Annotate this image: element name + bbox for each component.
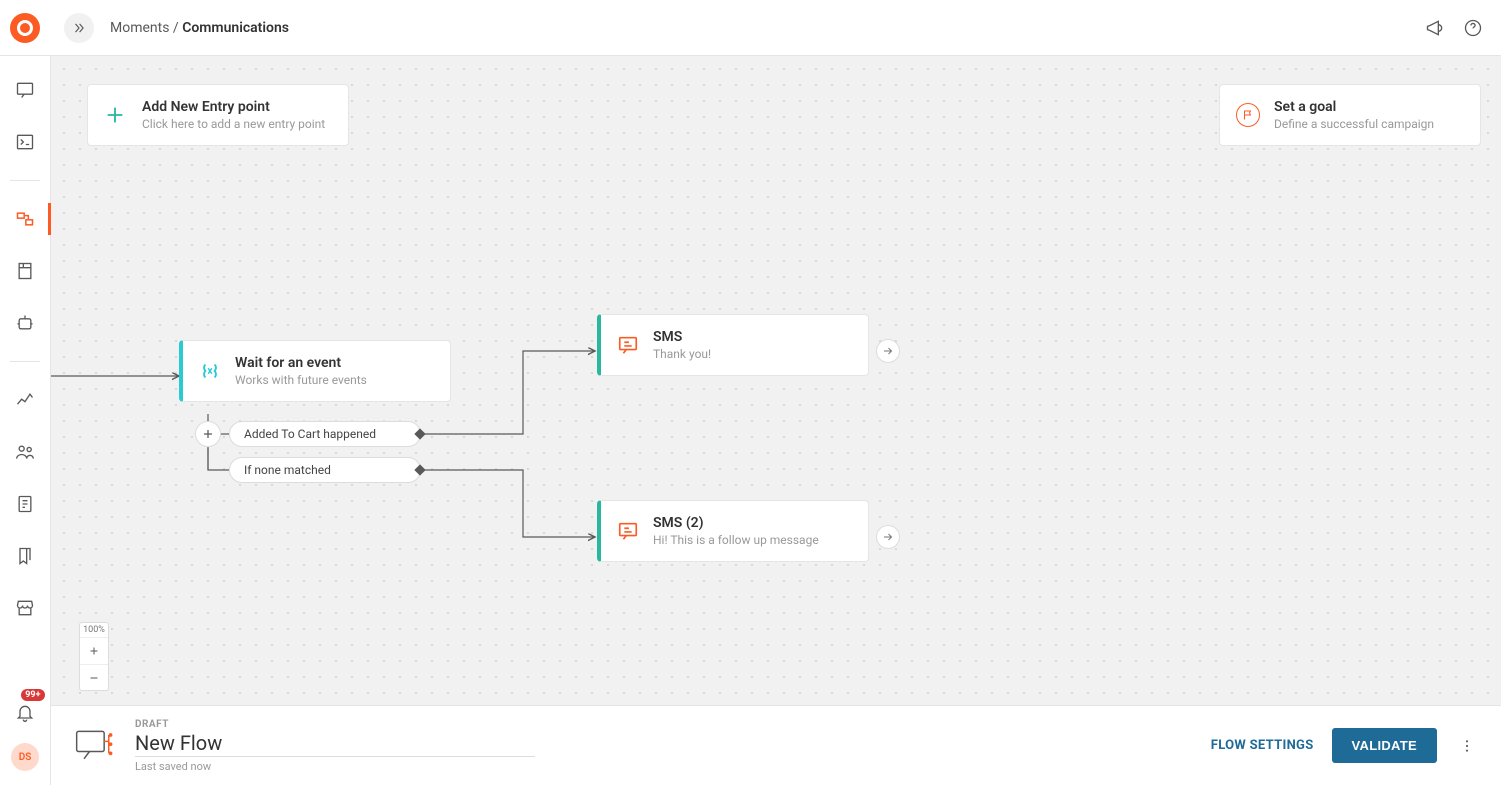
arrow-right-icon <box>882 345 894 357</box>
sidebar-item-bot[interactable] <box>0 303 51 343</box>
arrow-right-icon <box>882 531 894 543</box>
add-entry-point-card[interactable]: Add New Entry point Click here to add a … <box>87 84 349 146</box>
breadcrumb-parent[interactable]: Moments <box>110 20 169 36</box>
sidebar-item-conversations[interactable] <box>0 70 51 110</box>
bookmark-icon <box>15 546 35 566</box>
flow-settings-button[interactable]: FLOW SETTINGS <box>1211 738 1314 753</box>
chevron-right-double-icon <box>72 21 86 35</box>
sidebar-item-flows[interactable] <box>0 199 51 239</box>
chat-icon <box>15 80 35 100</box>
help-icon[interactable] <box>1463 18 1483 38</box>
validate-button[interactable]: VALIDATE <box>1332 728 1437 763</box>
sms2-subtitle: Hi! This is a follow up message <box>653 533 819 547</box>
app-logo[interactable] <box>10 13 40 43</box>
breadcrumb: Moments / Communications <box>110 20 289 36</box>
expand-sidebar-button[interactable] <box>64 13 94 43</box>
plus-icon <box>88 645 100 657</box>
minus-icon <box>88 672 100 684</box>
goal-subtitle: Define a successful campaign <box>1274 117 1434 131</box>
user-avatar[interactable]: DS <box>11 743 39 771</box>
people-icon <box>15 442 35 462</box>
entry-title: Add New Entry point <box>142 99 325 115</box>
bot-icon <box>15 313 35 333</box>
entry-subtitle: Click here to add a new entry point <box>142 117 325 131</box>
node-sms-2[interactable]: SMS (2) Hi! This is a follow up message <box>597 500 869 562</box>
wait-title: Wait for an event <box>235 355 367 371</box>
top-header: Moments / Communications <box>0 0 1501 56</box>
sms1-subtitle: Thank you! <box>653 347 711 361</box>
breadcrumb-current: Communications <box>182 20 289 36</box>
sidebar-item-document[interactable] <box>0 484 51 524</box>
node-wait-event[interactable]: Wait for an event Works with future even… <box>179 340 451 402</box>
flow-canvas[interactable]: Add New Entry point Click here to add a … <box>51 56 1501 705</box>
plus-icon <box>104 104 126 126</box>
add-branch-button[interactable] <box>195 421 221 447</box>
node-sms-1[interactable]: SMS Thank you! <box>597 314 869 376</box>
terminal-icon <box>15 132 35 152</box>
more-menu-button[interactable] <box>1455 734 1479 758</box>
bell-icon <box>15 703 35 723</box>
diamond-icon <box>414 464 425 475</box>
sms-icon <box>617 334 639 356</box>
plus-icon <box>202 428 214 440</box>
more-vertical-icon <box>1459 738 1475 754</box>
sms2-title: SMS (2) <box>653 515 819 531</box>
store-icon <box>15 598 35 618</box>
wait-subtitle: Works with future events <box>235 373 367 387</box>
diamond-icon <box>414 428 425 439</box>
sms-icon <box>617 520 639 542</box>
bottom-bar: DRAFT New Flow Last saved now FLOW SETTI… <box>51 705 1501 785</box>
template-icon <box>15 261 35 281</box>
flow-last-saved: Last saved now <box>135 760 535 773</box>
sidebar-item-analytics[interactable] <box>0 380 51 420</box>
event-icon <box>199 360 221 382</box>
flow-icon <box>15 209 35 229</box>
document-icon <box>15 494 35 514</box>
branch-pill-1[interactable]: Added To Cart happened <box>229 421 421 447</box>
branch-1-label: Added To Cart happened <box>244 427 376 441</box>
flag-icon <box>1236 103 1260 127</box>
zoom-out-button[interactable] <box>80 664 108 690</box>
flow-title-input[interactable]: New Flow <box>135 731 535 757</box>
notification-badge: 99+ <box>21 689 44 701</box>
analytics-icon <box>15 390 35 410</box>
zoom-control: 100% <box>79 622 109 691</box>
sidebar-item-templates[interactable] <box>0 251 51 291</box>
branch-2-label: If none matched <box>244 463 331 477</box>
announce-icon[interactable] <box>1425 18 1445 38</box>
sms1-title: SMS <box>653 329 711 345</box>
sidebar-item-terminal[interactable] <box>0 122 51 162</box>
set-goal-card[interactable]: Set a goal Define a successful campaign <box>1219 84 1481 146</box>
flow-chat-icon <box>73 724 117 768</box>
node-output-2[interactable] <box>876 525 900 549</box>
branch-pill-2[interactable]: If none matched <box>229 457 421 483</box>
zoom-in-button[interactable] <box>80 638 108 664</box>
sidebar-item-bookmark[interactable] <box>0 536 51 576</box>
left-sidebar: 99+ DS <box>0 56 51 785</box>
node-output-1[interactable] <box>876 339 900 363</box>
sidebar-item-store[interactable] <box>0 588 51 628</box>
goal-title: Set a goal <box>1274 99 1434 115</box>
sidebar-item-notifications[interactable]: 99+ <box>0 695 51 731</box>
sidebar-item-people[interactable] <box>0 432 51 472</box>
zoom-level: 100% <box>80 623 108 638</box>
flow-status: DRAFT <box>135 719 535 730</box>
